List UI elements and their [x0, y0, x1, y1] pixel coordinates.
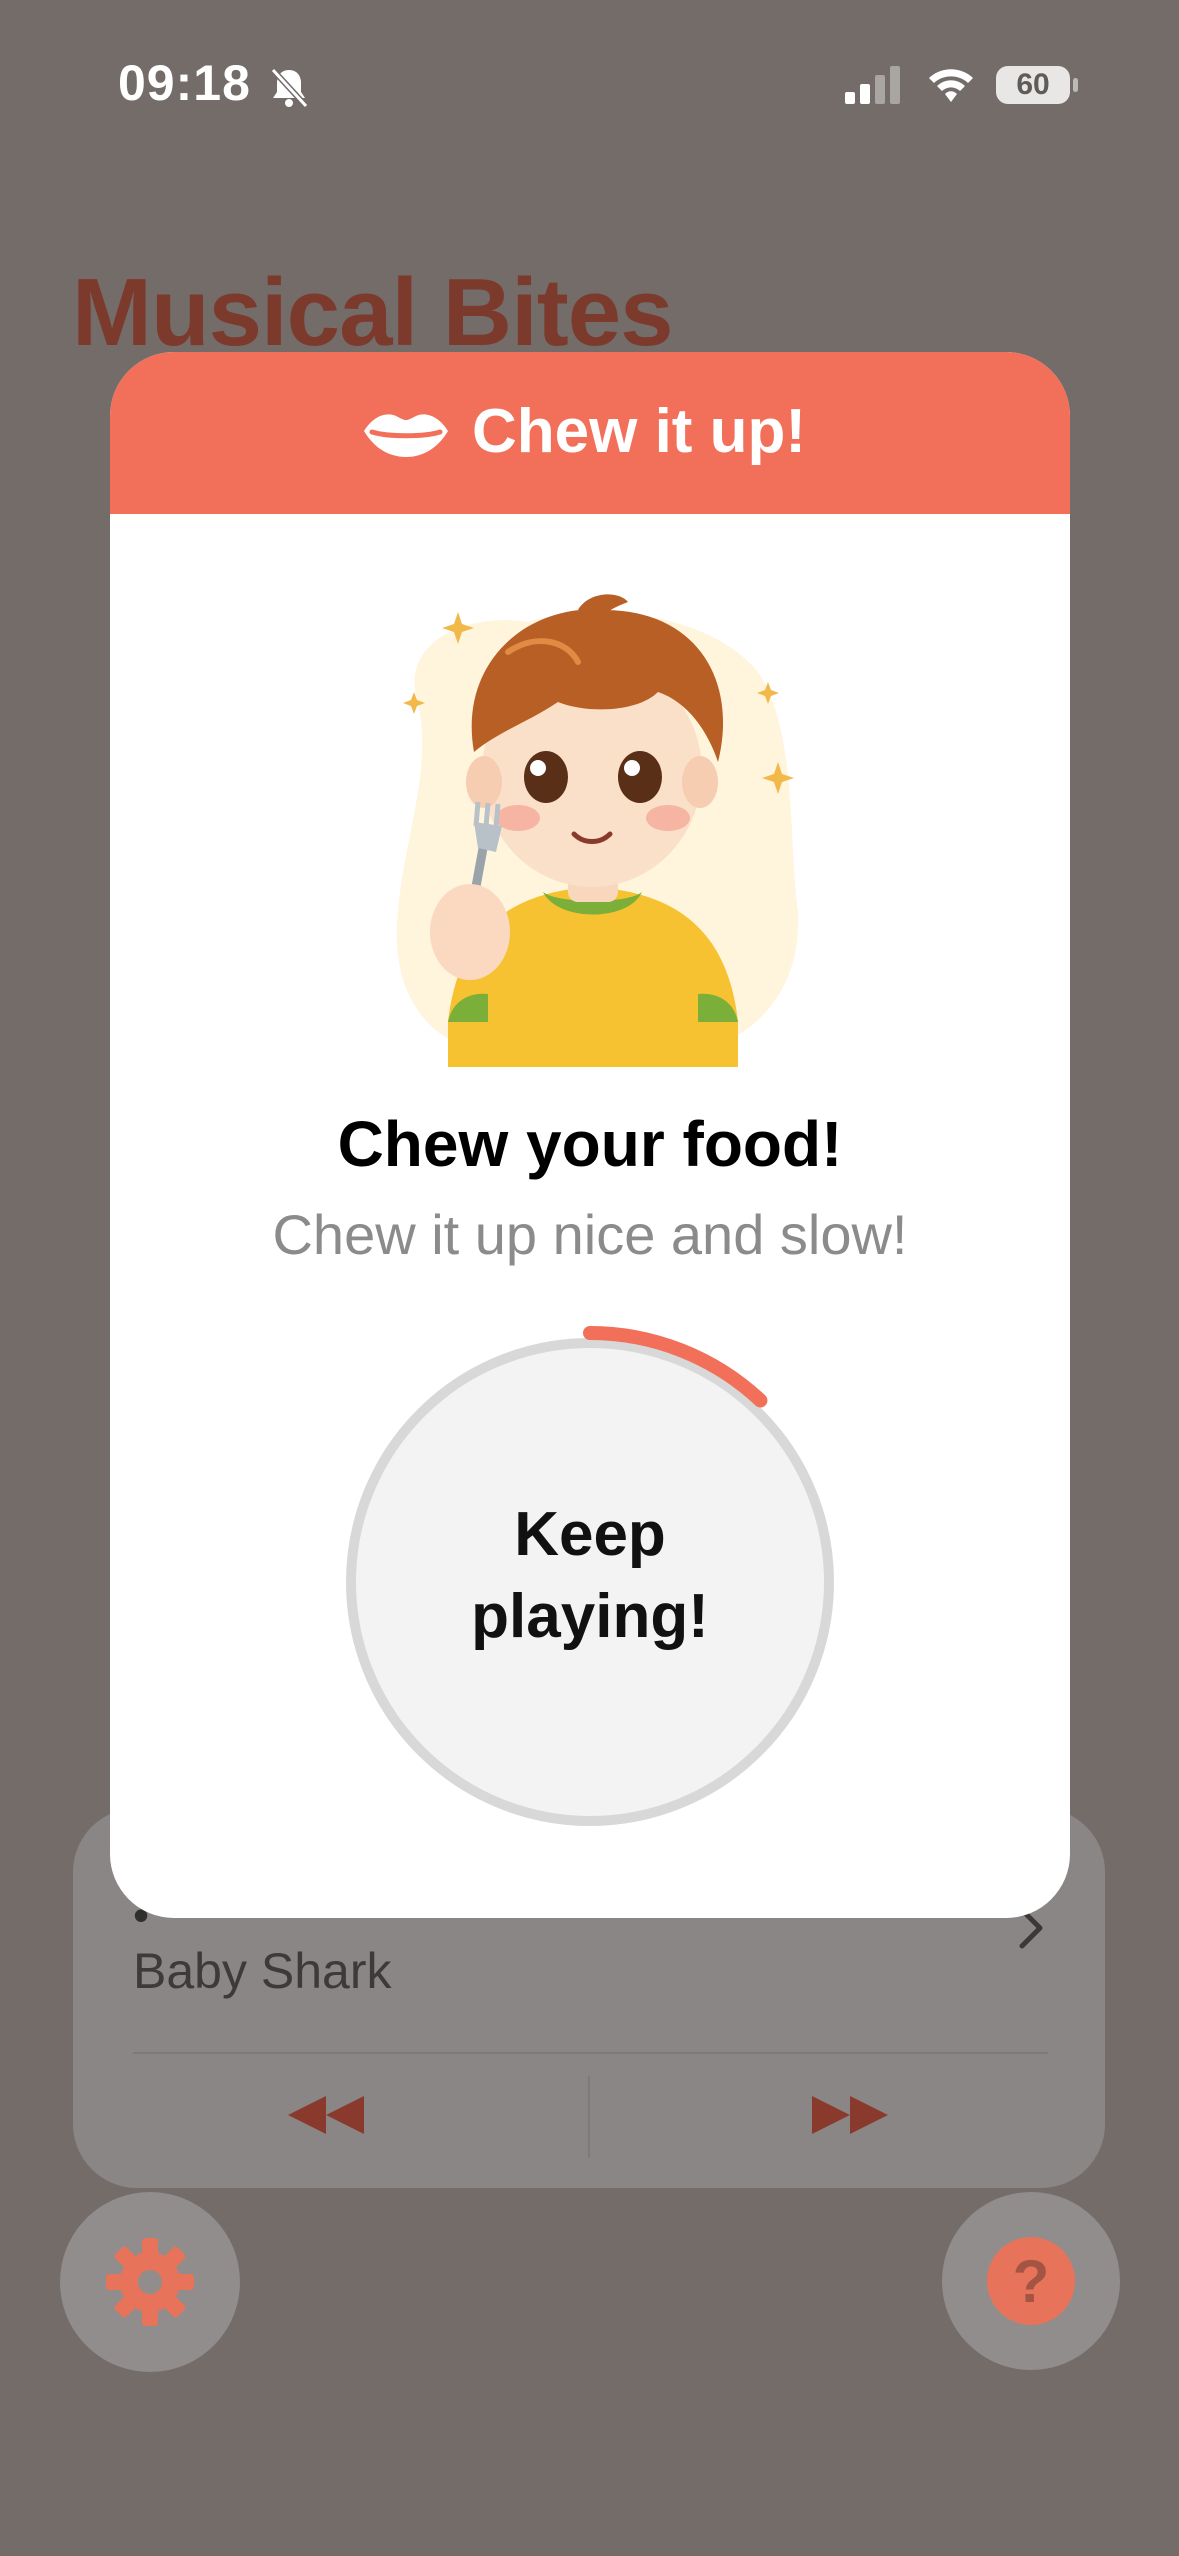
gear-icon — [106, 2238, 194, 2326]
status-time: 09:18 — [118, 55, 251, 111]
bell-slash-icon — [270, 67, 309, 109]
timer-label-line2: playing! — [471, 1582, 709, 1651]
modal-header-title: Chew it up! — [472, 397, 807, 466]
chew-modal: Chew it up! Chew your food! Chew it up n… — [110, 352, 1070, 1918]
modal-subtitle: Chew it up nice and slow! — [272, 1203, 908, 1266]
settings-button[interactable] — [60, 2192, 240, 2372]
child-eating-illustration — [396, 594, 799, 1067]
battery-icon: 60 — [996, 62, 1080, 108]
player-divider — [133, 2052, 1048, 2054]
wifi-icon — [929, 69, 973, 102]
modal-title: Chew your food! — [337, 1108, 843, 1180]
now-playing-song: Baby Shark — [133, 1943, 392, 1999]
lips-icon — [364, 414, 448, 457]
battery-level: 60 — [1016, 68, 1050, 101]
player-vertical-divider — [588, 2076, 590, 2158]
rewind-icon[interactable] — [286, 2092, 366, 2138]
chew-timer[interactable]: Keep playing! — [330, 1322, 850, 1842]
modal-header: Chew it up! — [110, 352, 1070, 514]
fast-forward-icon[interactable] — [810, 2092, 890, 2138]
question-icon: ? — [987, 2237, 1075, 2325]
timer-label-line1: Keep — [514, 1500, 666, 1569]
signal-icon — [845, 66, 900, 104]
timer-label: Keep playing! — [330, 1494, 850, 1658]
help-button[interactable]: ? — [942, 2192, 1120, 2370]
